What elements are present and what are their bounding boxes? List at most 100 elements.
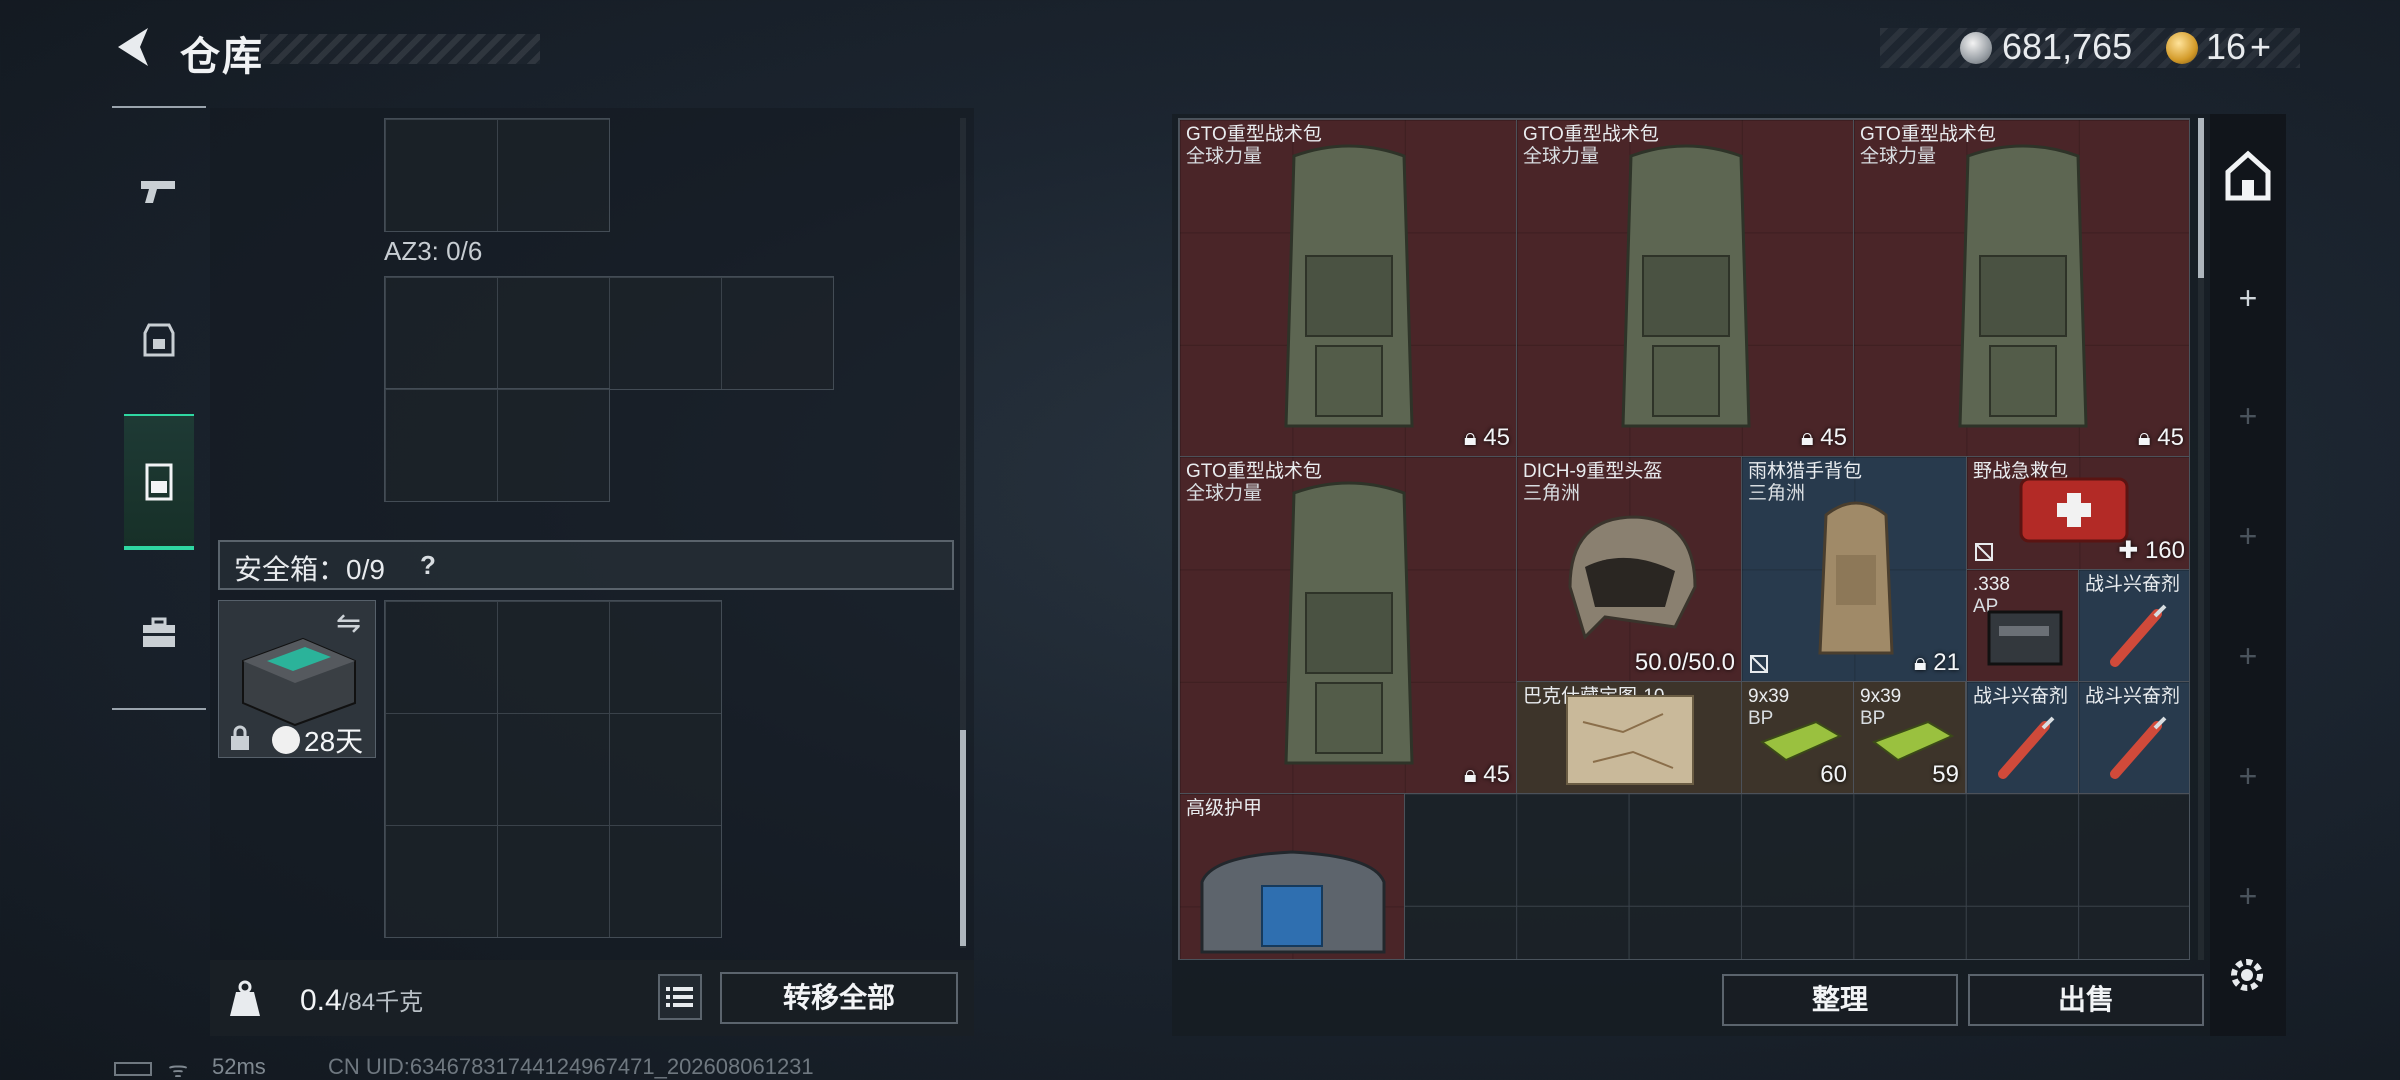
injector-icon [2110, 716, 2167, 779]
item-subtitle: 全球力量 [1523, 146, 1600, 167]
item-count: 🔒︎ 45 [2137, 424, 2184, 451]
stash-scroll-thumb[interactable] [2198, 118, 2204, 278]
stash-item[interactable]: 野战急救包 ✚ 160 [1966, 456, 2189, 570]
item-subtitle: 全球力量 [1186, 483, 1263, 504]
battery-icon [114, 1062, 152, 1076]
durability-text: 50.0/50.0 [1634, 649, 1735, 676]
weight-icon: 🔒︎ [1800, 424, 1814, 451]
pistol-icon [141, 181, 175, 203]
nav-tab-weapons[interactable] [112, 136, 206, 246]
page-title: 仓库 [180, 35, 264, 79]
wifi-icon: ᯤ [168, 1057, 189, 1080]
list-view-button[interactable] [658, 974, 702, 1020]
item-subtitle: 全球力量 [1860, 146, 1937, 167]
nav-divider [112, 106, 206, 108]
gold-coin-icon [2166, 32, 2198, 64]
stash-item[interactable]: 战斗兴奋剂 [2078, 681, 2189, 794]
sort-button[interactable]: 整理 [1722, 974, 1958, 1026]
backpack-icon [1284, 144, 1414, 428]
item-name: 战斗兴奋剂 [2085, 574, 2181, 595]
az3-slot-grid[interactable] [384, 388, 610, 502]
stash-item[interactable]: 高级护甲 [1179, 793, 1405, 959]
weight-value: 0.4 [300, 984, 342, 1017]
weight-icon: 🔒︎ [1463, 761, 1477, 788]
item-count: 🔒︎ 45 [1463, 761, 1510, 788]
stash-item[interactable]: 巴克什藏宝图-10 [1516, 681, 1742, 794]
slot-grid[interactable] [384, 118, 610, 232]
container-icon [145, 463, 173, 501]
add-stash-page-button[interactable]: + [2232, 400, 2264, 432]
item-count: 🔒︎ 45 [1800, 424, 1847, 451]
add-stash-page-button[interactable]: + [2232, 520, 2264, 552]
help-icon[interactable]: ? [410, 548, 446, 582]
nav-tab-container[interactable] [124, 414, 194, 550]
item-count: 🔒︎ 21 [1913, 649, 1960, 676]
stash-item[interactable]: 9x39 BP 59 [1853, 681, 1966, 794]
backpack-icon [1958, 144, 2088, 428]
item-count: ✚ 160 [2118, 537, 2185, 564]
weight-max: /84千克 [341, 989, 424, 1016]
nav-divider [112, 708, 206, 710]
backpack-icon [143, 323, 175, 357]
safe-box-slot-grid[interactable] [384, 600, 722, 938]
safe-box-timer: 28天 [304, 726, 364, 757]
stash-item[interactable]: DICH-9重型头盔 三角洲 50.0/50.0 [1516, 456, 1742, 682]
silver-amount: 681,765 [2002, 26, 2133, 67]
list-icon [666, 987, 693, 1007]
item-name: 9x39 [1860, 686, 1902, 707]
add-stash-page-button[interactable]: + [2232, 640, 2264, 672]
stash-home-icon[interactable] [2214, 142, 2282, 210]
stash-item[interactable]: 雨林猎手背包 三角洲 🔒︎ 21 [1741, 456, 1967, 682]
injector-icon [1998, 716, 2055, 779]
item-subtitle: 三角洲 [1748, 483, 1806, 504]
item-name: 9x39 [1748, 686, 1790, 707]
weight-icon: 🔒︎ [1913, 649, 1927, 676]
add-stash-page-button[interactable]: + [2232, 880, 2264, 912]
item-name: 雨林猎手背包 [1748, 461, 1863, 482]
clock-icon [272, 726, 300, 754]
stash-item[interactable]: 战斗兴奋剂 [1966, 681, 2079, 794]
weight-readout: 0.4/84千克 [300, 982, 423, 1018]
nav-tab-backpack[interactable] [112, 282, 206, 392]
add-currency-button[interactable]: + [2250, 26, 2271, 68]
sell-button[interactable]: 出售 [1968, 974, 2204, 1026]
backpack-icon [1621, 144, 1751, 428]
weight-icon: 🔒︎ [2137, 424, 2151, 451]
stash-item[interactable]: .338 AP [1966, 569, 2079, 682]
item-name: 高级护甲 [1186, 798, 1263, 819]
stash-grid[interactable]: GTO重型战术包 全球力量 🔒︎ 45 GTO重型战术包 全球力量 🔒︎ 45 … [1178, 118, 2190, 960]
item-subtitle: 全球力量 [1186, 146, 1263, 167]
stash-item[interactable]: 9x39 BP 60 [1741, 681, 1854, 794]
stash-item[interactable]: GTO重型战术包 全球力量 🔒︎ 45 [1179, 456, 1517, 794]
stash-item[interactable]: GTO重型战术包 全球力量 🔒︎ 45 [1516, 119, 1854, 457]
item-count: 59 [1932, 761, 1959, 788]
add-stash-page-button[interactable]: + [2232, 760, 2264, 792]
medical-cross-icon: ✚ [2118, 537, 2139, 564]
ping-text: 52ms [212, 1054, 266, 1079]
weight-icon: 🔒︎ [1463, 424, 1477, 451]
ammo-box-icon [1987, 610, 2063, 666]
stash-item[interactable]: GTO重型战术包 全球力量 🔒︎ 45 [1853, 119, 2189, 457]
gear-icon[interactable] [2224, 952, 2270, 998]
item-count: 🔒︎ 45 [1463, 424, 1510, 451]
gold-amount: 16 [2206, 26, 2247, 67]
armor-vest-icon [1200, 850, 1386, 954]
back-arrow-icon[interactable] [112, 24, 156, 70]
item-count: 60 [1820, 761, 1847, 788]
nav-tab-toolbox[interactable] [112, 578, 206, 688]
swap-icon[interactable]: ⇋ [336, 606, 361, 641]
item-name: 战斗兴奋剂 [2085, 686, 2181, 707]
no-insure-icon [1975, 543, 1993, 561]
container-scroll-thumb[interactable] [960, 730, 966, 946]
helmet-icon [1568, 515, 1697, 640]
lock-icon [231, 725, 249, 750]
injector-icon [2110, 604, 2167, 667]
add-stash-page-button[interactable]: + [2232, 282, 2264, 314]
map-icon [1566, 695, 1694, 785]
no-insure-icon [1750, 655, 1768, 673]
transfer-all-button[interactable]: 转移全部 [720, 972, 958, 1024]
stash-item[interactable]: 战斗兴奋剂 [2078, 569, 2189, 682]
az3-slot-grid[interactable] [384, 276, 834, 390]
stash-item[interactable]: GTO重型战术包 全球力量 🔒︎ 45 [1179, 119, 1517, 457]
uid-text: CN UID:634678317441249674​71_20260806123… [328, 1054, 814, 1079]
